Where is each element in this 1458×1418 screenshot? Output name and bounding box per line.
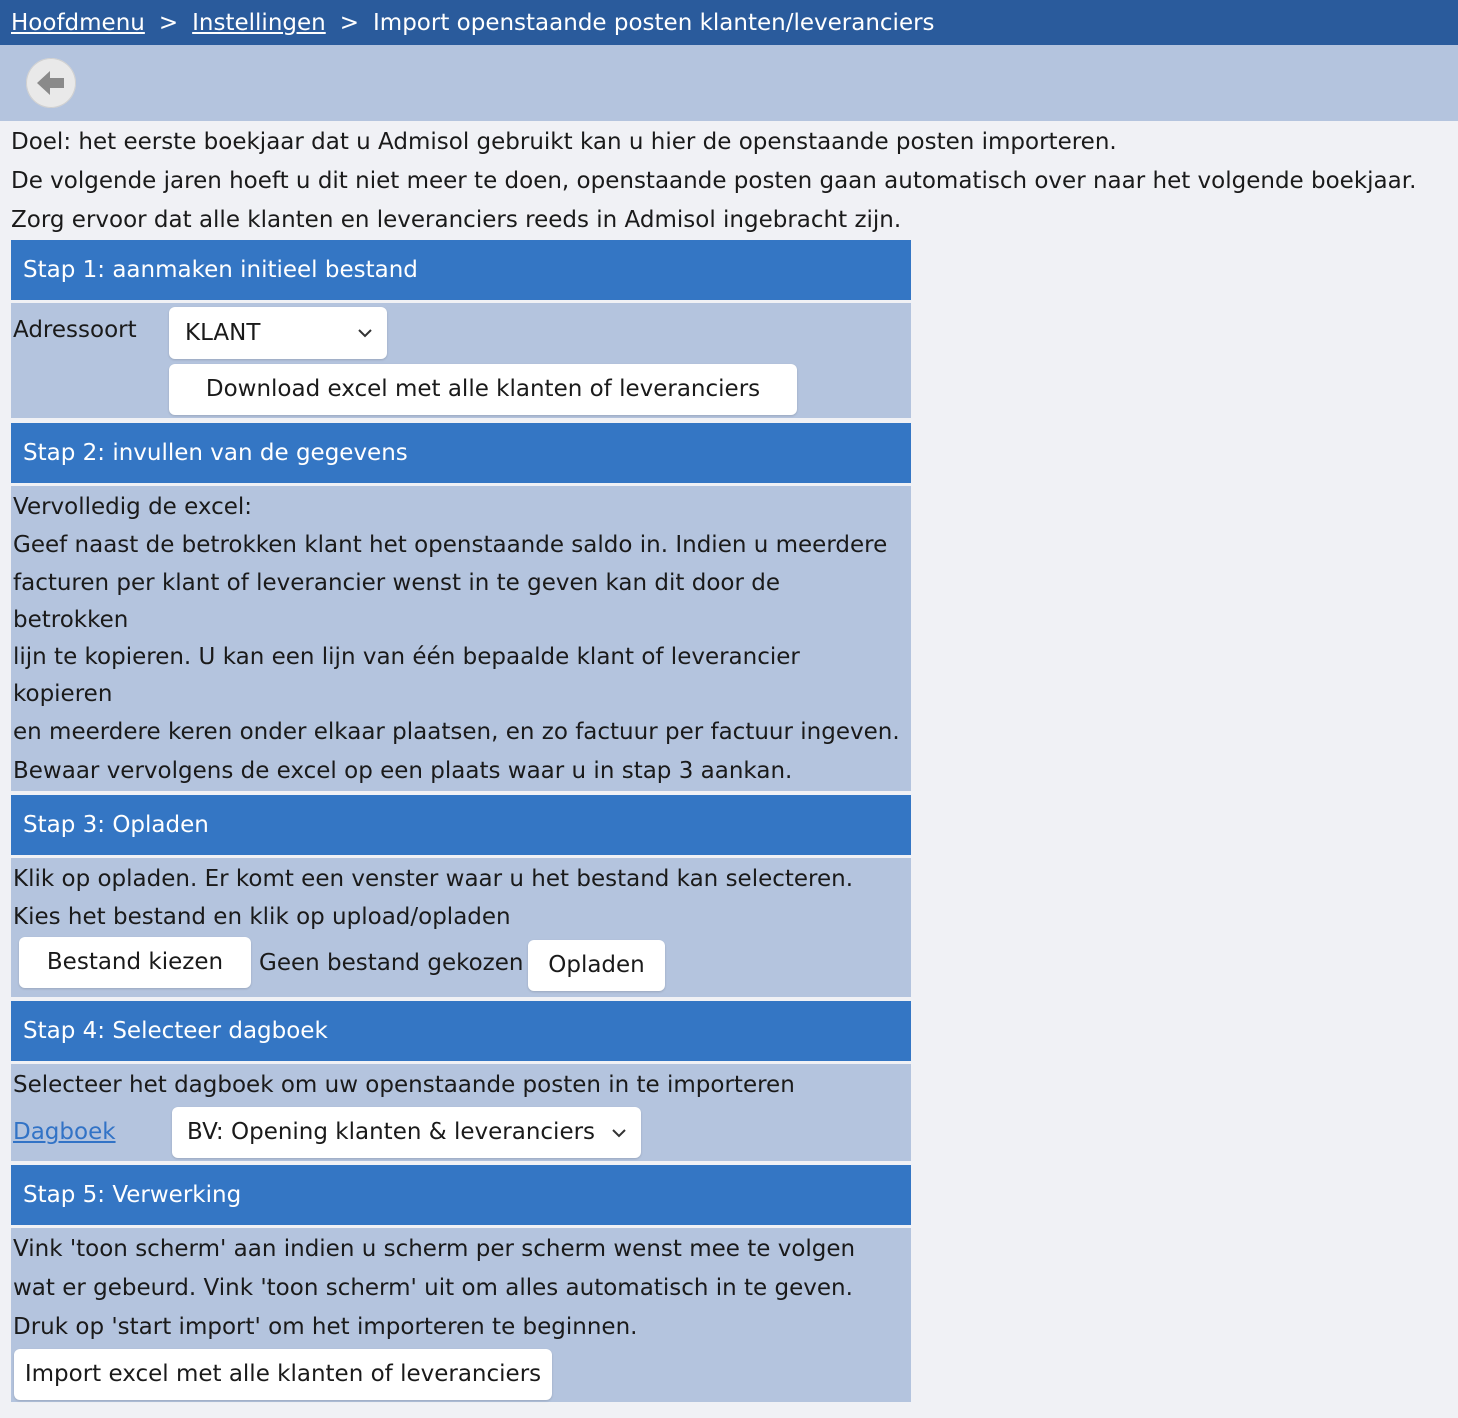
breadcrumb-separator: > [339, 9, 360, 36]
upload-button[interactable]: Opladen [528, 940, 665, 991]
step2-line: Bewaar vervolgens de excel op een plaats… [13, 758, 793, 784]
breadcrumb: Hoofdmenu > Instellingen > Import openst… [0, 0, 1458, 45]
step2-line: facturen per klant of leverancier wenst … [13, 570, 780, 596]
toolbar [0, 45, 1458, 121]
step2-title: Stap 2: invullen van de gegevens [11, 423, 911, 483]
no-file-text: Geen bestand gekozen [259, 950, 524, 976]
step3-body: Klik op opladen. Er komt een venster waa… [11, 858, 911, 997]
chevron-down-icon [358, 329, 372, 338]
step4-section: Stap 4: Selecteer dagboek Selecteer het … [11, 1001, 911, 1161]
step2-line: betrokken [13, 607, 129, 633]
step2-line: lijn te kopieren. U kan een lijn van één… [13, 644, 800, 670]
step3-line: Klik op opladen. Er komt een venster waa… [13, 866, 854, 892]
chevron-down-icon [612, 1129, 626, 1138]
intro-text: Doel: het eerste boekjaar dat u Admisol … [11, 123, 1451, 240]
back-button[interactable] [26, 58, 76, 108]
step5-line: Vink 'toon scherm' aan indien u scherm p… [13, 1236, 856, 1262]
step5-body: Vink 'toon scherm' aan indien u scherm p… [11, 1228, 911, 1402]
dagboek-select[interactable]: BV: Opening klanten & leveranciers [172, 1107, 641, 1158]
adressoort-label: Adressoort [13, 317, 137, 343]
adressoort-value: KLANT [185, 320, 261, 346]
download-excel-button[interactable]: Download excel met alle klanten of lever… [169, 364, 797, 415]
choose-file-button[interactable]: Bestand kiezen [19, 937, 251, 988]
intro-line: Doel: het eerste boekjaar dat u Admisol … [11, 129, 1117, 155]
dagboek-value: BV: Opening klanten & leveranciers [187, 1119, 596, 1145]
step5-line: Druk op 'start import' om het importeren… [13, 1314, 638, 1340]
breadcrumb-link-hoofdmenu[interactable]: Hoofdmenu [11, 10, 145, 36]
step4-title: Stap 4: Selecteer dagboek [11, 1001, 911, 1061]
step3-line: Kies het bestand en klik op upload/oplad… [13, 904, 511, 930]
breadcrumb-link-instellingen[interactable]: Instellingen [192, 10, 326, 36]
step5-title: Stap 5: Verwerking [11, 1165, 911, 1225]
step4-body: Selecteer het dagboek om uw openstaande … [11, 1064, 911, 1161]
step2-body: Vervolledig de excel: Geef naast de betr… [11, 486, 911, 791]
step3-section: Stap 3: Opladen Klik op opladen. Er komt… [11, 795, 911, 997]
breadcrumb-separator: > [158, 9, 179, 36]
step2-line: kopieren [13, 681, 113, 707]
step3-title: Stap 3: Opladen [11, 795, 911, 855]
dagboek-link[interactable]: Dagboek [13, 1119, 116, 1145]
step1-section: Stap 1: aanmaken initieel bestand Adress… [11, 240, 911, 418]
page-title: Import openstaande posten klanten/levera… [373, 9, 935, 36]
adressoort-select[interactable]: KLANT [169, 307, 387, 359]
step2-line: Geef naast de betrokken klant het openst… [13, 532, 888, 558]
step5-line: wat er gebeurd. Vink 'toon scherm' uit o… [13, 1275, 853, 1301]
step2-line: en meerdere keren onder elkaar plaatsen,… [13, 719, 900, 745]
step1-body: Adressoort KLANT Download excel met alle… [11, 303, 911, 418]
intro-line: Zorg ervoor dat alle klanten en leveranc… [11, 207, 902, 233]
intro-line: De volgende jaren hoeft u dit niet meer … [11, 168, 1417, 194]
step5-section: Stap 5: Verwerking Vink 'toon scherm' aa… [11, 1165, 911, 1402]
step2-line: Vervolledig de excel: [13, 494, 253, 520]
import-excel-button[interactable]: Import excel met alle klanten of leveran… [14, 1349, 552, 1400]
arrow-left-icon [37, 71, 64, 95]
step4-description: Selecteer het dagboek om uw openstaande … [13, 1072, 795, 1098]
step1-title: Stap 1: aanmaken initieel bestand [11, 240, 911, 300]
step2-section: Stap 2: invullen van de gegevens Vervoll… [11, 423, 911, 791]
